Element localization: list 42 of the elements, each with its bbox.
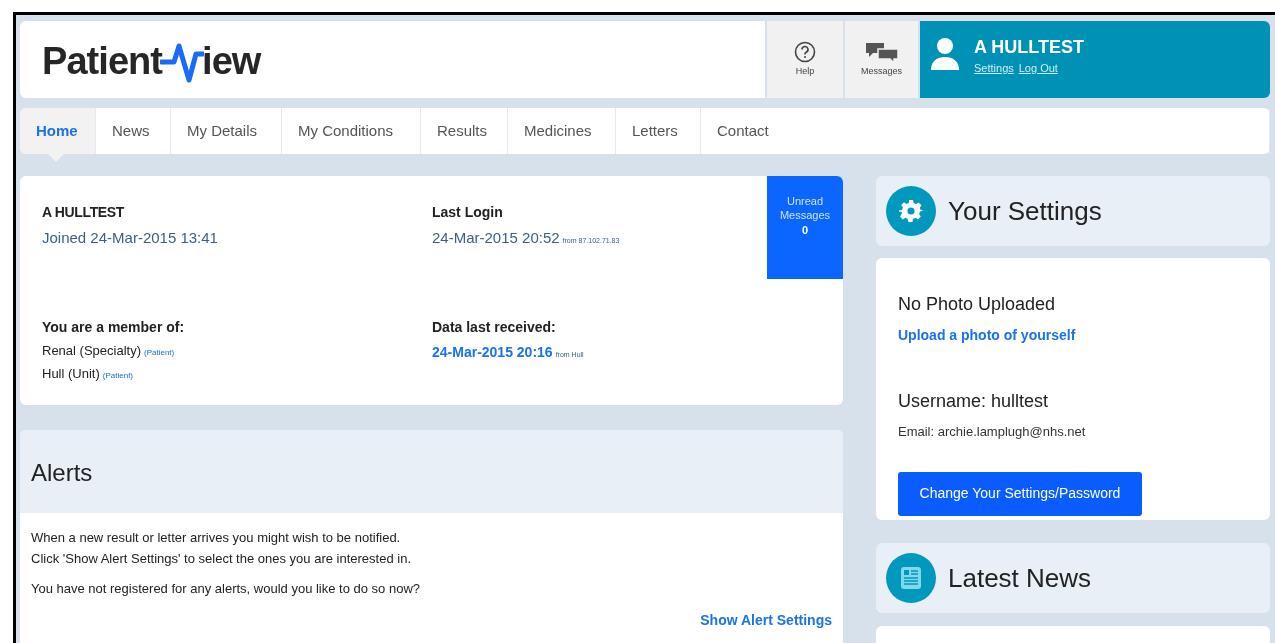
alert-settings-link[interactable]: Show Alert Settings <box>700 610 832 631</box>
logo[interactable]: Patient iew <box>42 33 261 90</box>
unread-label: Unread Messages <box>778 194 832 222</box>
data-received-label: Data last received: <box>432 318 557 338</box>
alerts-text: When a new result or letter arrives you might wish to be notified. Click 'Show Alert Settings' to select the ones you are interested in. <box>31 529 412 568</box>
email: Email: archie.lamplugh@nhs.net <box>898 423 1087 441</box>
tab-pointer <box>48 154 64 162</box>
membership-role: (Patient) <box>144 347 175 360</box>
news-title: Latest News <box>948 561 1092 595</box>
alerts-title: Alerts <box>31 458 93 488</box>
newspaper-icon <box>886 553 936 603</box>
messages-button[interactable]: Messages <box>845 21 918 98</box>
membership-label: You are a member of: <box>42 318 186 338</box>
nav-tab[interactable]: My Conditions <box>282 108 421 154</box>
nav-tab[interactable]: Letters <box>616 108 701 154</box>
patient-name: A HULLTEST <box>42 203 126 222</box>
change-settings-button[interactable]: Change Your Settings/Password <box>898 471 1142 516</box>
data-received-date: 24-Mar-2015 20:16 <box>432 343 553 363</box>
unread-count: 0 <box>801 223 809 238</box>
settings-title: Your Settings <box>948 194 1102 228</box>
nav-tab[interactable]: News <box>96 108 171 154</box>
user-icon <box>930 37 960 71</box>
nav-tab[interactable]: Contact <box>701 108 1270 154</box>
membership-name: Hull (Unit) <box>42 364 100 383</box>
gear-icon <box>886 186 936 236</box>
joined-date: Joined 24-Mar-2015 13:41 <box>42 228 219 248</box>
unread-messages-tile[interactable]: Unread Messages 0 <box>767 176 843 279</box>
nav-tab[interactable]: Results <box>421 108 508 154</box>
nav-tab[interactable]: My Details <box>171 108 282 154</box>
help-button[interactable]: Help <box>767 21 843 98</box>
chat-icon <box>863 40 900 63</box>
nav-tab[interactable]: Medicines <box>508 108 616 154</box>
photo-status: No Photo Uploaded <box>898 293 1057 316</box>
membership-role: (Patient) <box>102 369 134 382</box>
membership-name: Renal (Specialty) <box>42 342 141 361</box>
last-login-date: 24-Mar-2015 20:52 <box>432 228 560 248</box>
user-name: A HULLTEST <box>974 37 1084 57</box>
upload-photo-link[interactable]: Upload a photo of yourself <box>898 325 1076 346</box>
help-icon <box>794 40 816 63</box>
username: Username: hulltest <box>898 390 1050 413</box>
alerts-text: You have not registered for any alerts, would you like to do so now? <box>31 580 422 598</box>
last-login-label: Last Login <box>432 203 504 222</box>
